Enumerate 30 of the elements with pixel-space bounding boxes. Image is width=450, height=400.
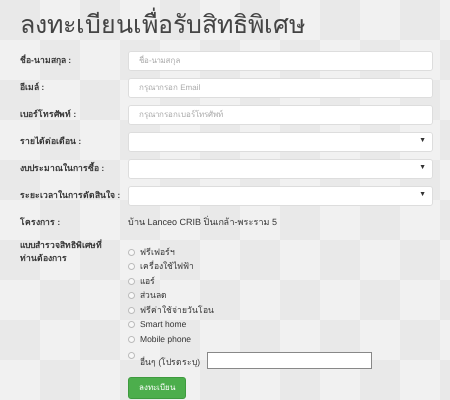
radio-button[interactable] [128, 248, 135, 256]
other-text-field[interactable] [207, 352, 372, 368]
option-label: ส่วนลด [140, 289, 167, 302]
radio-button[interactable] [128, 292, 135, 300]
field-label: อีเมล์ : [20, 81, 46, 94]
radio-button[interactable] [128, 321, 135, 328]
field-label: โครงการ : [20, 216, 62, 229]
text-field[interactable]: กรุณากรอก Email [128, 78, 433, 98]
option-label: Mobile phone [140, 332, 192, 346]
option-label: ฟรีค่าใช้จ่ายวันโอน [140, 304, 214, 317]
field-label: แบบสำรวจสิทธิพิเศษที่ท่านต้องการ [20, 239, 103, 265]
option-label: ฟรีเฟอร์ฯ [140, 246, 175, 259]
radio-button[interactable] [128, 352, 135, 358]
field-label: เบอร์โทรศัพท์ : [20, 108, 78, 121]
project-value: บ้าน Lanceo CRIB ปิ่นเกล้า-พระราม 5 [128, 216, 278, 229]
field-label: รายได้ต่อเดือน : [20, 135, 82, 148]
field-label: ระยะเวลาในการตัดสินใจ : [20, 189, 122, 202]
text-field[interactable]: ชื่อ-นามสกุล [128, 50, 433, 70]
page-title: ลงทะเบียนเพื่อรับสิทธิพิเศษ [20, 10, 433, 40]
option-label: เครื่องใช้ไฟฟ้า [140, 260, 194, 274]
radio-button[interactable] [128, 263, 135, 270]
text-field[interactable]: กรุณากรอกเบอร์โทรศัพท์ [128, 104, 433, 124]
radio-button[interactable] [128, 336, 135, 343]
option-label: อื่นๆ (โปรดระบุ) [140, 356, 200, 368]
field-label: งบประมาณในการซื้อ : [20, 162, 106, 175]
radio-button[interactable] [128, 306, 135, 314]
radio-button[interactable] [128, 278, 135, 285]
option-label: แอร์ [140, 274, 155, 288]
option-label: Smart home [140, 318, 186, 332]
field-label: ชื่อ-นามสกุล : [20, 54, 72, 67]
